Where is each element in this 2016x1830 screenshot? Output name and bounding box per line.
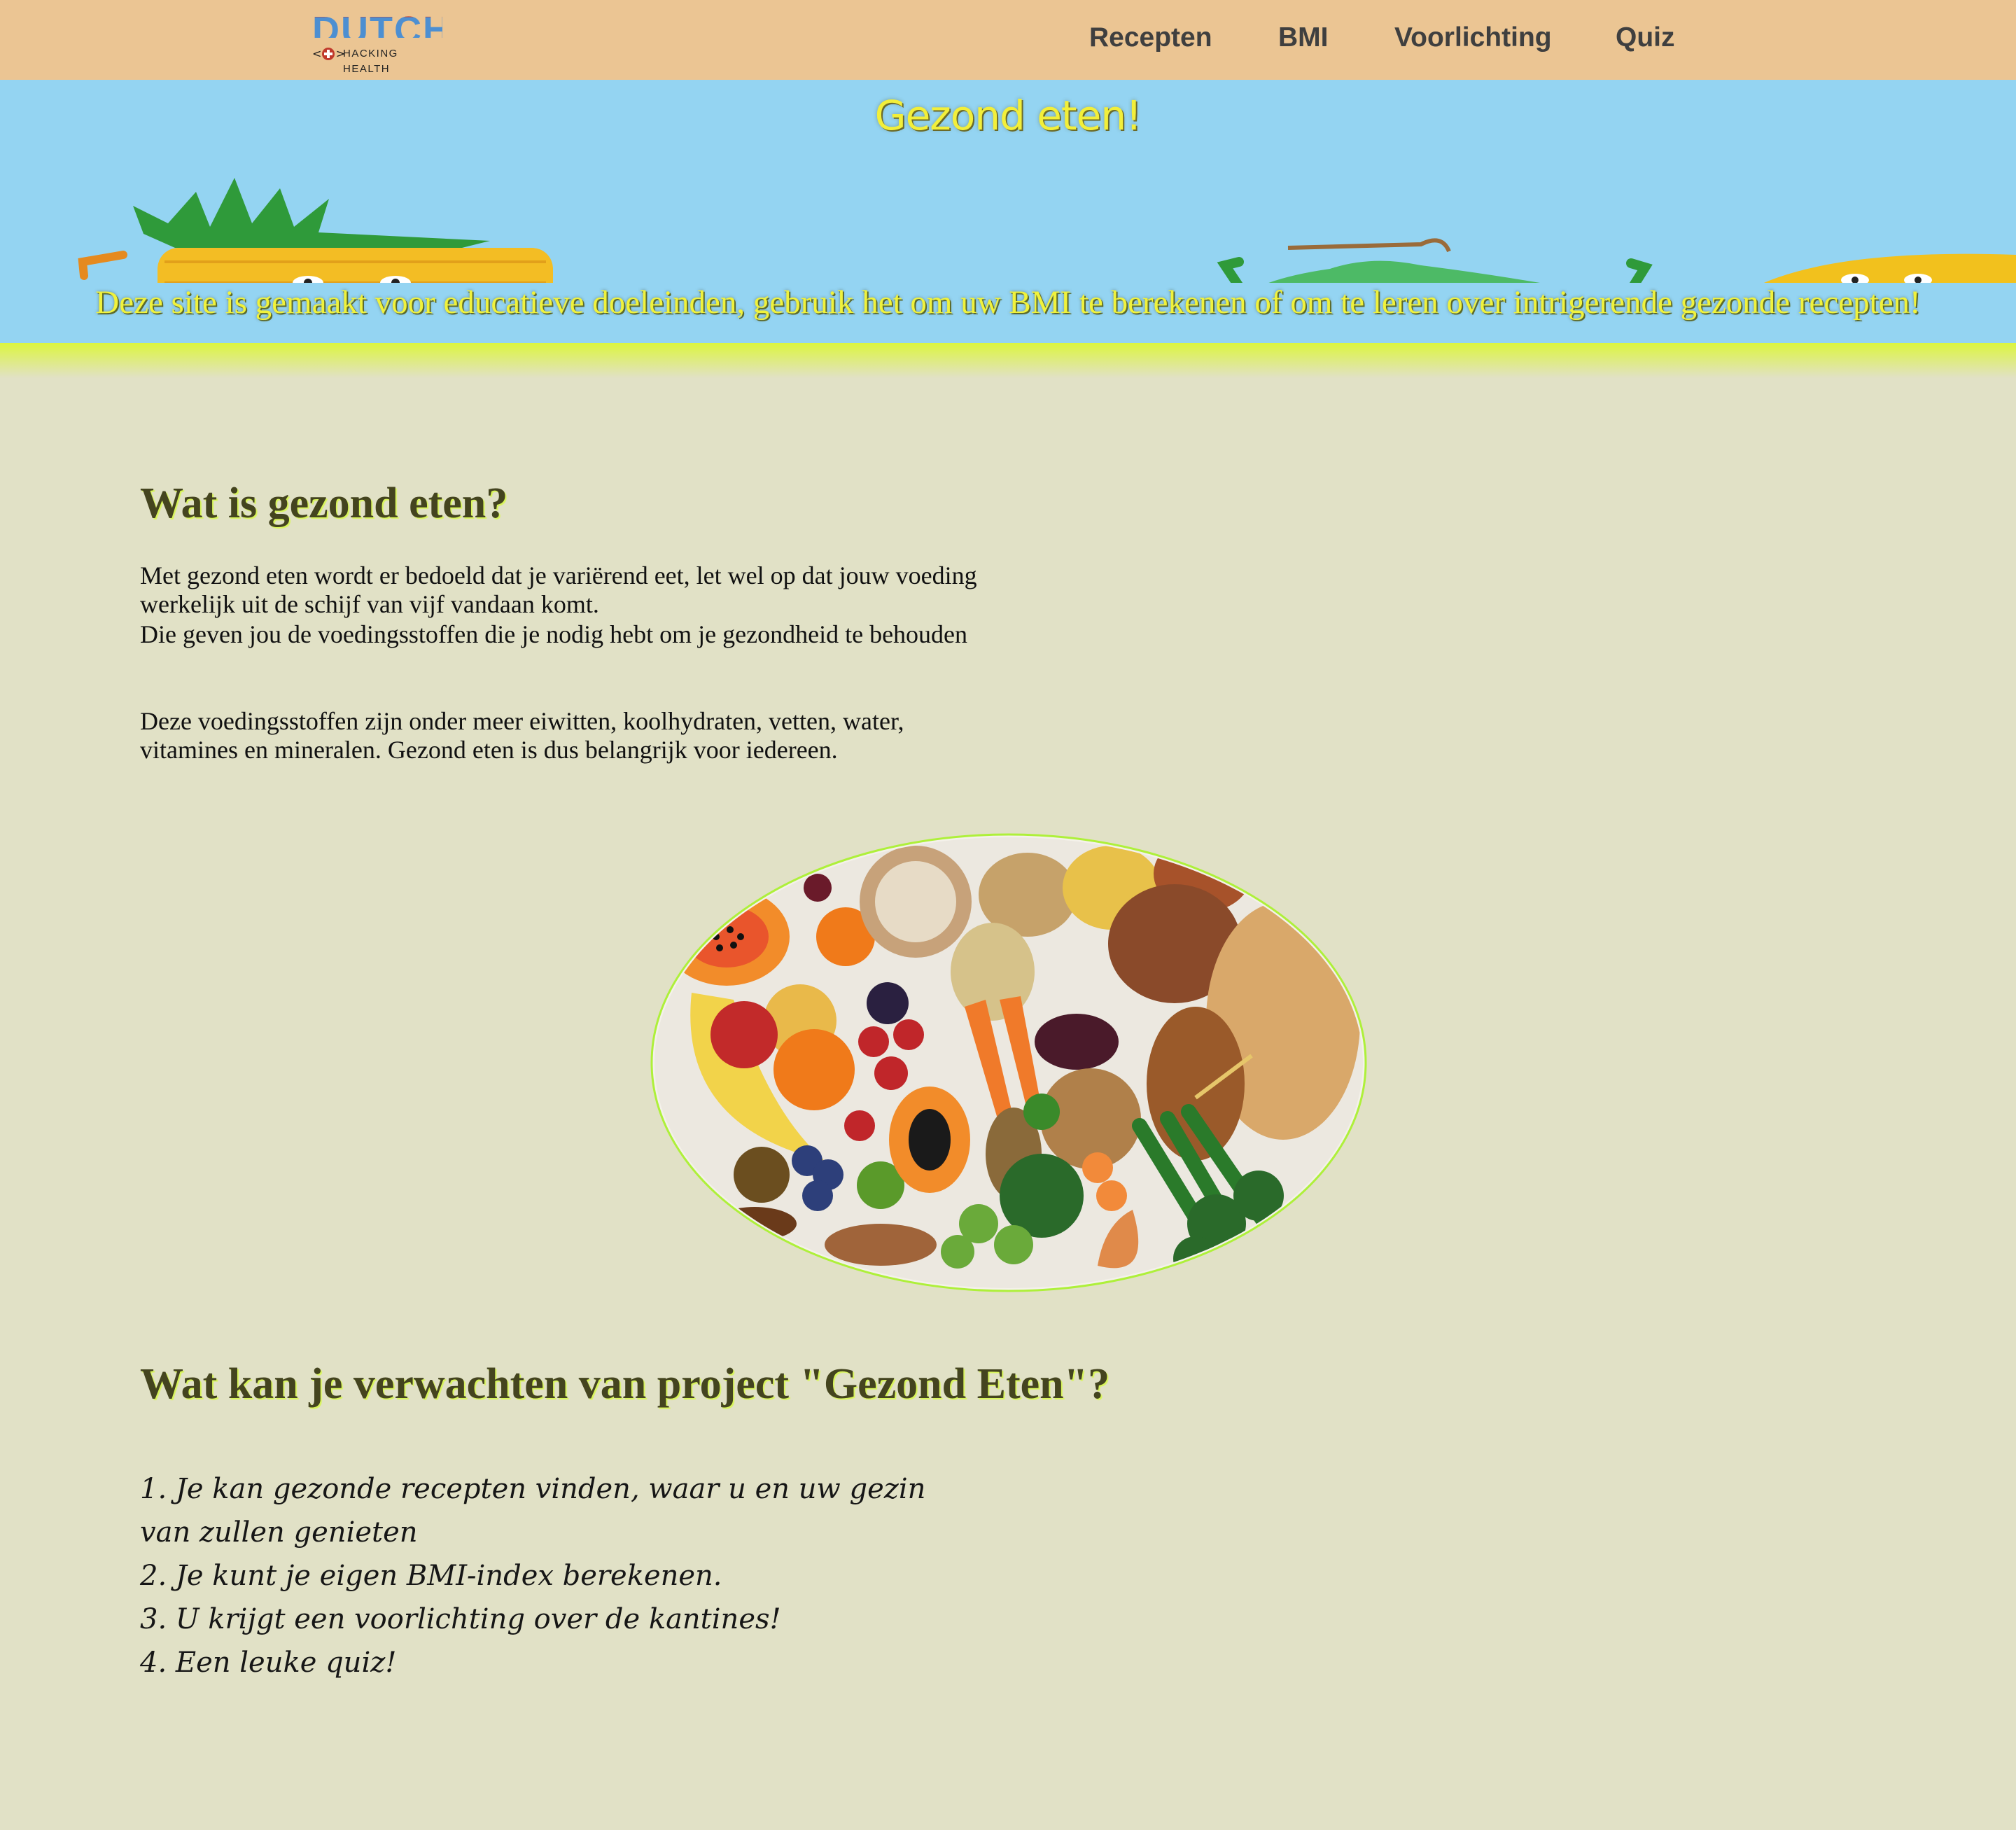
- list-item: 1. Je kan gezonde recepten vinden, waar …: [140, 1473, 926, 1549]
- hero-subtitle: Deze site is gemaakt voor educatieve doe…: [95, 284, 1921, 321]
- list-item: 2. Je kunt je eigen BMI-index berekenen.: [140, 1560, 722, 1592]
- hero-glow-divider: [0, 343, 2016, 378]
- hero-title: Gezond eten!: [874, 92, 1142, 139]
- expectations-list: 1. Je kan gezonde recepten vinden, waar …: [140, 1467, 980, 1684]
- red-cross-icon: [322, 48, 335, 60]
- nav-link-recepten[interactable]: Recepten: [1089, 22, 1212, 53]
- list-item: 4. Een leuke quiz!: [140, 1647, 397, 1679]
- healthy-food-plate-image: [650, 833, 1367, 1292]
- hero-banner: Gezond eten! Deze site is gemaakt voor e…: [0, 80, 2016, 343]
- fruit-characters-illustration: [78, 178, 2016, 283]
- section-heading-verwachten: Wat kan je verwachten van project "Gezon…: [140, 1360, 1110, 1408]
- nav-link-bmi[interactable]: BMI: [1278, 22, 1329, 53]
- pear-character-icon: [1217, 238, 1653, 283]
- banana-character-icon: [1764, 253, 2016, 283]
- intro-paragraph-3: Deze voedingsstoffen zijn onder meer eiw…: [140, 707, 904, 764]
- dutch-hacking-health-logo[interactable]: DUTCH < > HACKING HEALTH: [312, 11, 445, 75]
- logo-subline: < > HACKING HEALTH: [312, 46, 445, 75]
- section-heading-gezond-eten: Wat is gezond eten?: [140, 480, 508, 527]
- pineapple-character-icon: [78, 178, 553, 283]
- nav-link-quiz[interactable]: Quiz: [1616, 22, 1675, 53]
- intro-paragraph-1: Met gezond eten wordt er bedoeld dat je …: [140, 561, 977, 618]
- logo-tagline: HACKING HEALTH: [343, 48, 398, 75]
- logo-wordmark: DUTCH: [312, 0, 442, 38]
- navbar: DUTCH < > HACKING HEALTH Recepten BMI Vo…: [0, 0, 2016, 80]
- list-item: 3. U krijgt een voorlichting over de kan…: [140, 1603, 781, 1635]
- nav-link-voorlichting[interactable]: Voorlichting: [1394, 22, 1552, 53]
- intro-paragraph-2: Die geven jou de voedingsstoffen die je …: [140, 620, 968, 648]
